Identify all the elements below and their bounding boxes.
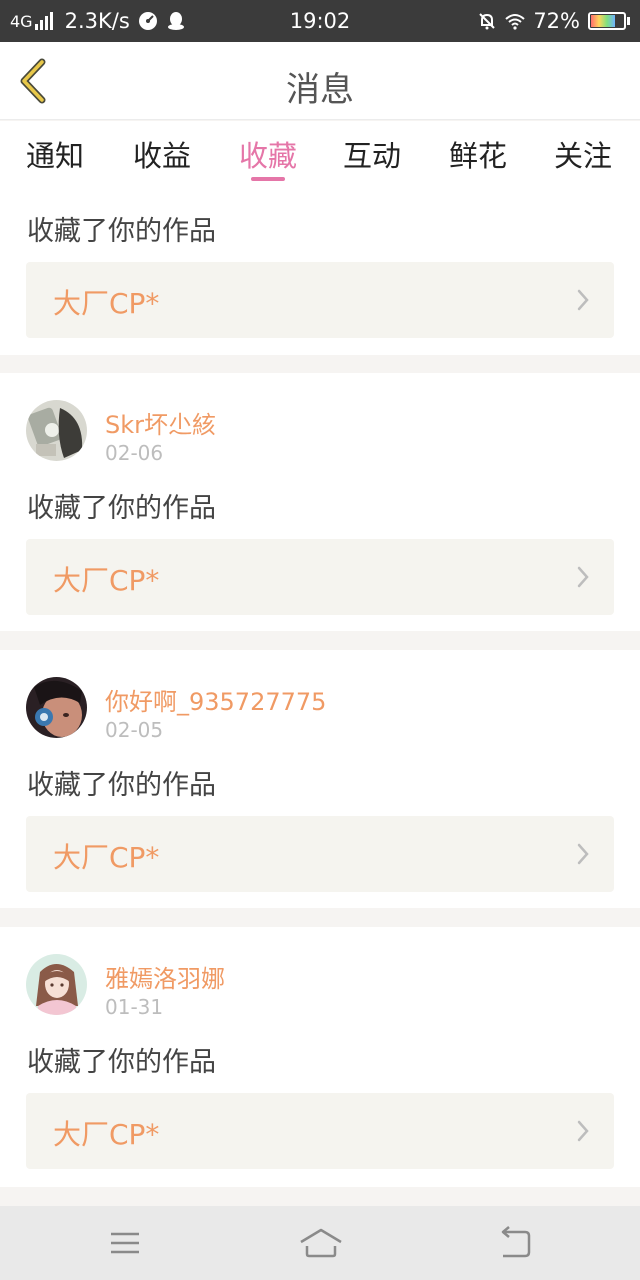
action-text: 收藏了你的作品 [27,770,216,801]
username[interactable]: Skr坏尐絯 [105,405,216,440]
wifi-icon [505,14,525,30]
tab-bar: 通知 收益 收藏 互动 鲜花 关注 [0,121,640,185]
menu-icon[interactable] [107,1226,143,1260]
avatar[interactable] [26,677,87,738]
work-link[interactable]: 大厂CP* [26,816,614,892]
status-bar: 4G 2.3K/s 19:02 72% [0,0,640,42]
work-title: 大厂CP* [53,841,160,874]
username[interactable]: 雅嫣洛羽娜 [105,959,225,994]
tab-notifications[interactable]: 通知 [26,133,84,175]
tab-interactions[interactable]: 互动 [343,133,401,175]
avatar-anime-girl-icon [26,954,87,1015]
chevron-right-icon [577,289,589,311]
work-link[interactable]: 大厂CP* [26,1093,614,1169]
work-title: 大厂CP* [53,1118,160,1151]
action-text: 收藏了你的作品 [27,493,216,524]
work-link[interactable]: 大厂CP* [26,262,614,338]
page-title: 消息 [286,70,354,110]
avatar[interactable] [26,400,87,461]
date: 02-05 [105,718,164,742]
tab-active-indicator [251,177,285,181]
mute-bell-icon [479,13,496,30]
battery-percent: 72% [533,9,580,33]
work-link[interactable]: 大厂CP* [26,539,614,615]
date: 02-06 [105,441,164,465]
battery-cap [627,17,630,25]
chevron-right-icon [577,1120,589,1142]
action-text: 收藏了你的作品 [27,216,216,247]
back-nav-icon[interactable] [497,1226,533,1260]
chevron-right-icon [577,843,589,865]
battery-level [591,15,616,27]
list-item: 雅嫣洛羽娜 01-31 收藏了你的作品 大厂CP* [0,927,640,1187]
home-icon[interactable] [298,1226,344,1260]
avatar-child-icon [26,677,87,738]
list-item: Skr坏尐絯 02-06 收藏了你的作品 大厂CP* [0,373,640,631]
app-header: 消息 [0,42,640,120]
work-title: 大厂CP* [53,287,160,320]
tab-earnings[interactable]: 收益 [133,133,191,175]
date: 01-31 [105,995,164,1019]
list-item: 你好啊_935727775 02-05 收藏了你的作品 大厂CP* [0,650,640,908]
avatar[interactable] [26,954,87,1015]
tab-favorites[interactable]: 收藏 [239,133,297,175]
list-item: 收藏了你的作品 大厂CP* [0,185,640,355]
username[interactable]: 你好啊_935727775 [105,682,326,717]
battery-icon [588,12,626,30]
status-right: 72% [477,9,630,33]
tab-flowers[interactable]: 鲜花 [449,133,507,175]
chevron-right-icon [577,566,589,588]
system-nav-bar [0,1206,640,1280]
tab-following[interactable]: 关注 [554,133,612,175]
action-text: 收藏了你的作品 [27,1047,216,1078]
work-title: 大厂CP* [53,564,160,597]
avatar-gray-icon [26,400,87,461]
